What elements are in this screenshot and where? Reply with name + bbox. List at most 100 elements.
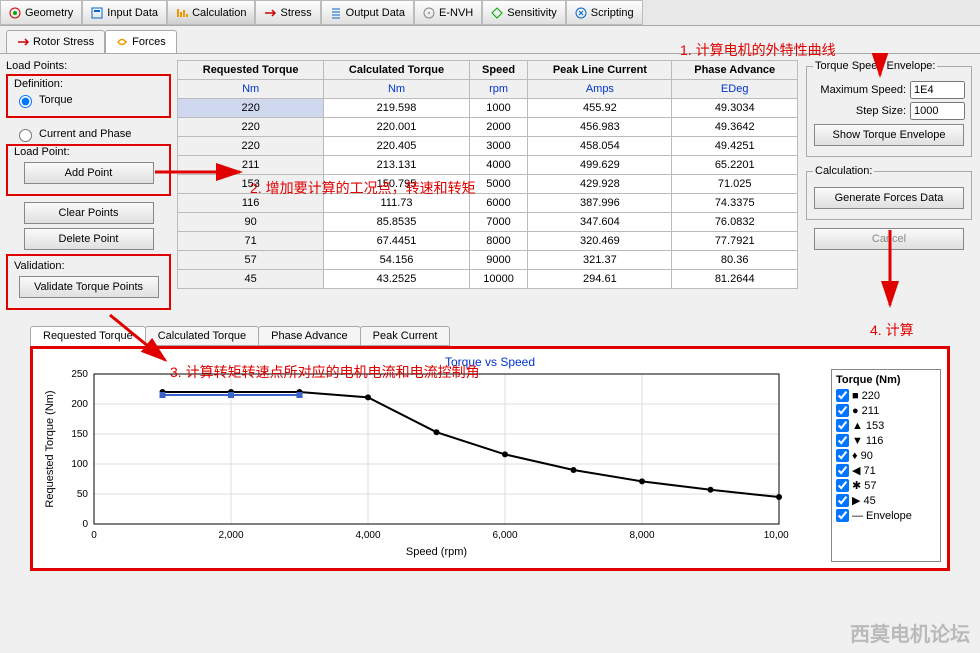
column-header[interactable]: Calculated Torque [324,61,469,80]
table-row[interactable]: 220219.5981000455.9249.3034 [178,99,798,118]
table-cell[interactable]: 219.598 [324,99,469,118]
table-cell[interactable]: 49.3642 [672,118,798,137]
legend-item[interactable]: ●211 [836,403,936,418]
radio-current-input[interactable] [19,129,32,142]
add-point-button[interactable]: Add Point [24,162,154,184]
table-cell[interactable]: 2000 [469,118,528,137]
table-cell[interactable]: 71 [178,232,324,251]
table-row[interactable]: 220220.0012000456.98349.3642 [178,118,798,137]
table-cell[interactable]: 4000 [469,156,528,175]
step-size-input[interactable] [910,102,965,120]
table-row[interactable]: 116111.736000387.99674.3375 [178,194,798,213]
legend-checkbox[interactable] [836,434,849,447]
toolbar-stress[interactable]: Stress [255,0,320,25]
table-cell[interactable]: 90 [178,213,324,232]
cancel-button[interactable]: Cancel [814,228,964,250]
table-cell[interactable]: 45 [178,270,324,289]
toolbar-geometry[interactable]: Geometry [0,0,82,25]
radio-torque-input[interactable] [19,95,32,108]
table-cell[interactable]: 456.983 [528,118,672,137]
legend-checkbox[interactable] [836,464,849,477]
table-cell[interactable]: 455.92 [528,99,672,118]
table-cell[interactable]: 116 [178,194,324,213]
table-cell[interactable]: 74.3375 [672,194,798,213]
legend-item[interactable]: ▼116 [836,433,936,448]
toolbar-sensitivity[interactable]: Sensitivity [482,0,566,25]
table-cell[interactable]: 65.2201 [672,156,798,175]
radio-torque[interactable]: Torque [14,90,163,110]
table-cell[interactable]: 429.928 [528,175,672,194]
legend-item[interactable]: ◀71 [836,463,936,478]
table-cell[interactable]: 49.3034 [672,99,798,118]
radio-current-phase[interactable]: Current and Phase [6,124,171,144]
legend-item[interactable]: ▶45 [836,493,936,508]
table-cell[interactable]: 220 [178,137,324,156]
table-cell[interactable]: 8000 [469,232,528,251]
table-row[interactable]: 7167.44518000320.46977.7921 [178,232,798,251]
legend-item[interactable]: ♦90 [836,448,936,463]
table-cell[interactable]: 6000 [469,194,528,213]
tab-forces[interactable]: Forces [105,30,177,53]
toolbar-input-data[interactable]: Input Data [82,0,167,25]
table-row[interactable]: 211213.1314000499.62965.2201 [178,156,798,175]
legend-checkbox[interactable] [836,389,849,402]
max-speed-input[interactable] [910,81,965,99]
table-row[interactable]: 220220.4053000458.05449.4251 [178,137,798,156]
table-cell[interactable]: 43.2525 [324,270,469,289]
table-cell[interactable]: 458.054 [528,137,672,156]
clear-points-button[interactable]: Clear Points [24,202,154,224]
table-cell[interactable]: 67.4451 [324,232,469,251]
table-cell[interactable]: 294.61 [528,270,672,289]
chart-tab-calculated[interactable]: Calculated Torque [145,326,259,346]
table-cell[interactable]: 7000 [469,213,528,232]
legend-checkbox[interactable] [836,419,849,432]
table-cell[interactable]: 347.604 [528,213,672,232]
table-row[interactable]: 5754.1569000321.3780.36 [178,251,798,270]
legend-item[interactable]: —Envelope [836,508,936,523]
table-cell[interactable]: 150.795 [324,175,469,194]
table-cell[interactable]: 10000 [469,270,528,289]
table-cell[interactable]: 1000 [469,99,528,118]
table-cell[interactable]: 321.37 [528,251,672,270]
chart-tab-phase[interactable]: Phase Advance [258,326,360,346]
table-cell[interactable]: 211 [178,156,324,175]
legend-item[interactable]: ▲153 [836,418,936,433]
table-cell[interactable]: 220.001 [324,118,469,137]
table-cell[interactable]: 320.469 [528,232,672,251]
legend-checkbox[interactable] [836,479,849,492]
generate-forces-button[interactable]: Generate Forces Data [814,187,964,209]
column-header[interactable]: Peak Line Current [528,61,672,80]
table-cell[interactable]: 71.025 [672,175,798,194]
table-cell[interactable]: 54.156 [324,251,469,270]
toolbar-scripting[interactable]: Scripting [566,0,643,25]
toolbar-output-data[interactable]: Output Data [321,0,414,25]
legend-checkbox[interactable] [836,509,849,522]
table-cell[interactable]: 220 [178,99,324,118]
delete-point-button[interactable]: Delete Point [24,228,154,250]
column-header[interactable]: Speed [469,61,528,80]
table-cell[interactable]: 9000 [469,251,528,270]
legend-checkbox[interactable] [836,404,849,417]
legend-checkbox[interactable] [836,494,849,507]
table-cell[interactable]: 153 [178,175,324,194]
table-row[interactable]: 153150.7955000429.92871.025 [178,175,798,194]
validate-button[interactable]: Validate Torque Points [19,276,159,298]
table-cell[interactable]: 220 [178,118,324,137]
table-cell[interactable]: 499.629 [528,156,672,175]
table-cell[interactable]: 80.36 [672,251,798,270]
table-cell[interactable]: 57 [178,251,324,270]
show-envelope-button[interactable]: Show Torque Envelope [814,124,964,146]
tab-rotor-stress[interactable]: Rotor Stress [6,30,105,53]
table-cell[interactable]: 81.2644 [672,270,798,289]
legend-checkbox[interactable] [836,449,849,462]
column-header[interactable]: Requested Torque [178,61,324,80]
table-cell[interactable]: 49.4251 [672,137,798,156]
legend-item[interactable]: ■220 [836,388,936,403]
table-cell[interactable]: 76.0832 [672,213,798,232]
table-cell[interactable]: 5000 [469,175,528,194]
table-cell[interactable]: 220.405 [324,137,469,156]
toolbar-calculation[interactable]: Calculation [167,0,255,25]
table-row[interactable]: 9085.85357000347.60476.0832 [178,213,798,232]
table-cell[interactable]: 387.996 [528,194,672,213]
table-cell[interactable]: 77.7921 [672,232,798,251]
